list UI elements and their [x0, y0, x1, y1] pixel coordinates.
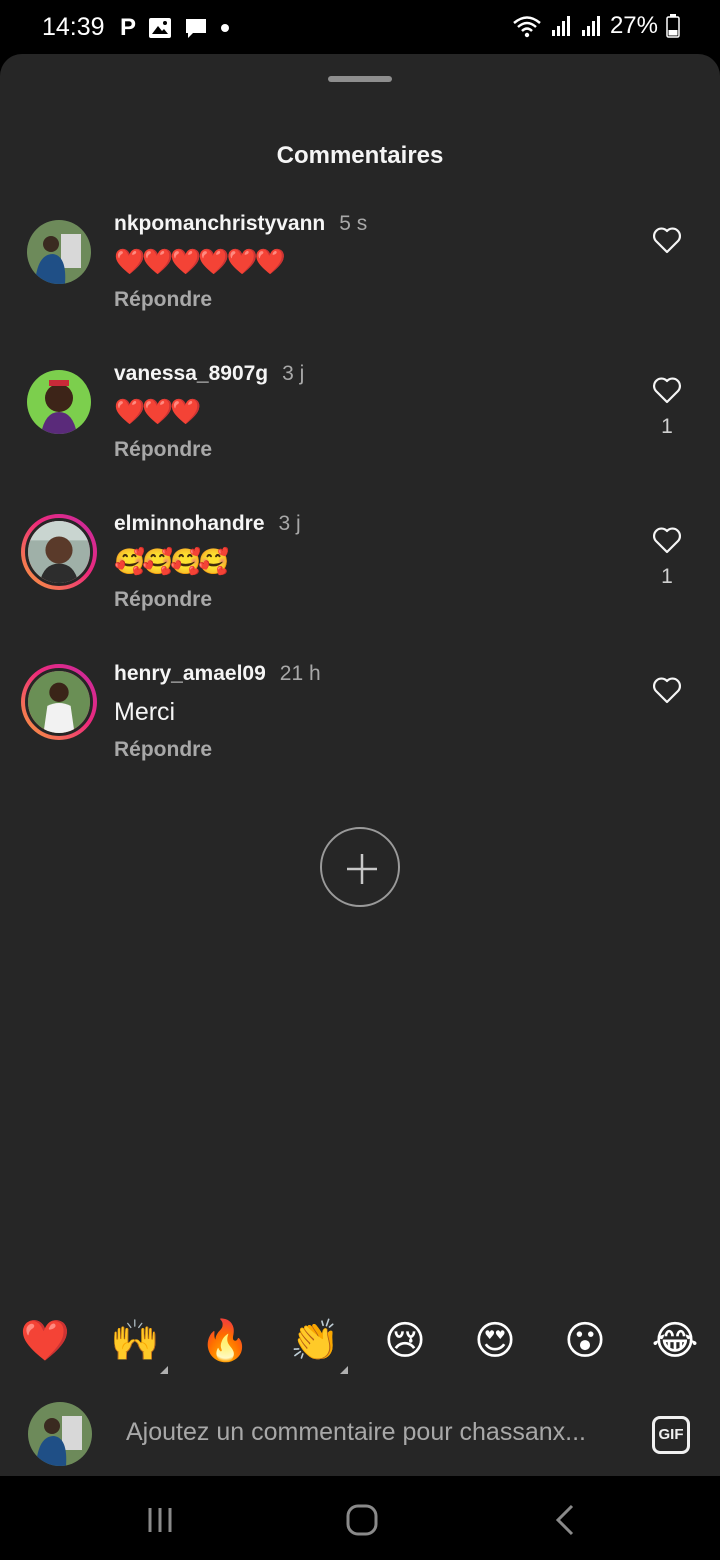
dot-icon	[221, 24, 230, 32]
message-icon	[186, 19, 207, 38]
signal-icon	[581, 16, 600, 36]
comment-time: 5 s	[339, 212, 368, 235]
comment-meta: henry_amael09 21 h	[114, 662, 321, 686]
reaction-crying[interactable]: 😢	[380, 1316, 430, 1366]
sheet-title: Commentaires	[276, 142, 444, 169]
reply-button[interactable]: Répondre	[114, 588, 301, 612]
reaction-heart[interactable]: ❤️	[20, 1316, 70, 1366]
like-count: 1	[661, 565, 673, 588]
reaction-heart-eyes[interactable]: 😍	[470, 1316, 520, 1366]
comment-composer: GIF	[0, 1392, 720, 1476]
comment-body: elminnohandre 3 j 🥰🥰🥰🥰 Répondre	[114, 512, 301, 612]
comment-like: 1	[646, 526, 688, 589]
comment-body: nkpomanchristyvann 5 s ❤️❤️❤️❤️❤️❤️ Répo…	[114, 212, 367, 312]
like-count: 1	[661, 415, 673, 438]
comment-text: ❤️❤️❤️	[114, 398, 201, 426]
comment-text: Merci	[114, 698, 176, 726]
parking-p-icon: P	[120, 14, 137, 41]
drag-handle[interactable]	[328, 76, 392, 82]
comments-sheet: Commentaires nkpomanchristyvann 5 s ❤️❤️…	[0, 54, 720, 1476]
load-more-button[interactable]	[320, 827, 400, 907]
heart-outline-icon[interactable]	[652, 376, 682, 404]
reply-button[interactable]: Répondre	[114, 438, 304, 462]
comment-username[interactable]: elminnohandre	[114, 512, 265, 536]
back-icon[interactable]	[546, 1500, 586, 1540]
comment-body: henry_amael09 21 h Merci Répondre	[114, 662, 321, 762]
avatar-story-ring[interactable]	[21, 514, 97, 590]
gallery-icon	[149, 18, 172, 38]
avatar[interactable]	[27, 370, 91, 434]
system-nav-bar	[0, 1476, 720, 1560]
quick-reactions-bar: ❤️ 🙌 🔥 👏 😢 😍 😮 😂	[0, 1316, 720, 1386]
reply-button[interactable]: Répondre	[114, 738, 321, 762]
comment-text: 🥰🥰🥰🥰	[114, 548, 230, 576]
comment-time: 21 h	[279, 662, 321, 685]
current-user-avatar	[28, 1402, 92, 1466]
reaction-laughing[interactable]: 😂	[650, 1316, 700, 1366]
comment-username[interactable]: nkpomanchristyvann	[114, 212, 325, 236]
comment-meta: vanessa_8907g 3 j	[114, 362, 304, 386]
wifi-icon	[513, 16, 541, 38]
reaction-surprised[interactable]: 😮	[560, 1316, 610, 1366]
gif-button[interactable]: GIF	[652, 1416, 690, 1454]
reaction-raising-hands[interactable]: 🙌	[110, 1316, 168, 1374]
reaction-fire[interactable]: 🔥	[200, 1316, 250, 1366]
reaction-clapping[interactable]: 👏	[290, 1316, 348, 1374]
comment-item: elminnohandre 3 j 🥰🥰🥰🥰 Répondre 1	[0, 500, 720, 640]
comment-body: vanessa_8907g 3 j ❤️❤️❤️ Répondre	[114, 362, 304, 462]
avatar-photo	[27, 370, 91, 434]
battery-percent: 27%	[609, 12, 658, 39]
recent-apps-icon[interactable]	[142, 1500, 182, 1540]
plus-icon	[347, 854, 377, 884]
avatar-photo	[25, 518, 93, 586]
system-icons: 27%	[512, 12, 680, 40]
avatar-story-ring[interactable]	[21, 664, 97, 740]
notification-icons: P	[120, 14, 230, 42]
comment-like	[646, 676, 688, 715]
status-time: 14:39	[42, 13, 105, 41]
comment-item: nkpomanchristyvann 5 s ❤️❤️❤️❤️❤️❤️ Répo…	[0, 200, 720, 340]
heart-outline-icon[interactable]	[652, 526, 682, 554]
comment-username[interactable]: vanessa_8907g	[114, 362, 268, 386]
comment-username[interactable]: henry_amael09	[114, 662, 266, 686]
comment-like: 1	[646, 376, 688, 439]
comment-input[interactable]	[110, 1406, 662, 1458]
heart-outline-icon[interactable]	[652, 676, 682, 704]
comment-meta: nkpomanchristyvann 5 s	[114, 212, 367, 236]
avatar[interactable]	[27, 220, 91, 284]
home-icon[interactable]	[342, 1500, 382, 1540]
comment-like	[646, 226, 688, 265]
comment-item: vanessa_8907g 3 j ❤️❤️❤️ Répondre 1	[0, 350, 720, 490]
skin-tone-indicator	[340, 1366, 348, 1374]
skin-tone-indicator	[160, 1366, 168, 1374]
battery-icon	[666, 14, 680, 38]
avatar-photo	[25, 668, 93, 736]
comment-time: 3 j	[282, 362, 305, 385]
reply-button[interactable]: Répondre	[114, 288, 367, 312]
status-bar: 14:39 P 27%	[0, 0, 720, 54]
signal-icon	[551, 16, 570, 36]
comment-time: 3 j	[278, 512, 301, 535]
comment-text: ❤️❤️❤️❤️❤️❤️	[114, 248, 286, 276]
comment-item: henry_amael09 21 h Merci Répondre	[0, 650, 720, 790]
comment-meta: elminnohandre 3 j	[114, 512, 301, 536]
heart-outline-icon[interactable]	[652, 226, 682, 254]
avatar-photo	[27, 220, 91, 284]
